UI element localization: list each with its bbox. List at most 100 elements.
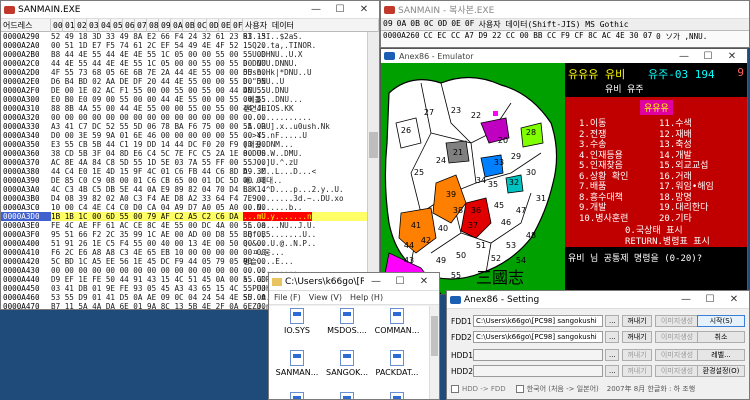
file-item[interactable]: IO.SYS [273,308,321,335]
command-option[interactable]: 16.거래 [659,172,714,183]
hex-row[interactable]: 0000A400 51 91 26 1E C5 F4 55 00 40 00 13… [1,239,379,248]
explorer-scrollbar[interactable] [429,306,439,399]
hex-row[interactable]: 0000A290 52 49 18 3D 33 49 8A E2 66 F4 24… [1,32,379,41]
hdd2-eject-button[interactable]: 꺼내기 [622,365,652,377]
hex-row[interactable]: 0000A350 E3 55 CB 5B 44 C1 19 DD 14 44 DC… [1,140,379,149]
close-icon[interactable]: ✕ [412,274,436,290]
troop-display-option[interactable]: RETURN.병령표 표시 [625,237,747,248]
close-icon[interactable]: ✕ [720,48,744,64]
start-button[interactable]: 시작(S) [697,315,745,327]
hex-row-selected[interactable]: 0000A3D0 1B 1B 1C 00 6D 55 00 79 AF C2 A5… [1,212,379,221]
close-icon[interactable]: ✕ [722,292,746,308]
hex-row[interactable]: 0000A330 A3 41 C7 DC 52 55 5D 06 78 BA F6… [1,122,379,131]
scroll-thumb[interactable] [369,132,378,158]
environment-settings-button[interactable]: 환경설정(O) [697,365,745,377]
menu-help[interactable]: Help (H) [350,293,383,302]
command-option[interactable]: 2.전쟁 [579,130,659,141]
fdd2-image-create-button[interactable]: 이미지생성 [655,331,699,343]
settings-titlebar[interactable]: Anex86 - Setting — ☐ ✕ [447,291,749,309]
cancel-button[interactable]: 취소 [697,331,745,343]
hex-row[interactable]: 0000A340 D0 00 3E 59 9A 01 6E 46 00 00 00… [1,131,379,140]
hex-row[interactable]: 0000A3C0 10 00 C4 4E C4 C0 D0 CA 04 A9 D7… [1,203,379,212]
hex-row[interactable]: 0000A380 44 C4 E0 1E 4D 15 9F 4C 01 C6 FB… [1,167,379,176]
maximize-icon[interactable]: ☐ [696,48,720,64]
minimize-icon[interactable]: — [674,292,698,308]
command-option[interactable]: 11.수색 [659,119,714,130]
explorer-titlebar[interactable]: C:\Users\k66go\[PC9... — ☐ ✕ [269,273,439,291]
minimize-icon[interactable]: — [364,274,388,290]
file-item[interactable]: COMMAN... [373,308,421,335]
maximize-icon[interactable]: ☐ [328,2,352,18]
hex-row[interactable]: 0000A2C0 44 4E 55 44 4E 4E 55 1C 05 00 00… [1,59,379,68]
hex-rows[interactable]: 0000A290 52 49 18 3D 33 49 8A E2 66 F4 24… [1,32,379,309]
hdd1-eject-button[interactable]: 꺼내기 [622,349,652,361]
hdd2-image-create-button[interactable]: 이미지생성 [655,365,699,377]
command-option[interactable]: 13.축성 [659,140,714,151]
command-option[interactable]: 9.개발 [579,203,659,214]
file-item[interactable] [273,392,321,399]
close-icon[interactable]: ✕ [352,2,376,18]
hdd2-path-field[interactable] [473,365,603,377]
hex-row[interactable]: 0000A2B0 B8 44 4E 55 44 4E 4E 55 1C 05 00… [1,50,379,59]
hex-row[interactable]: 0000A2A0 00 51 1D E7 F5 74 61 2C EF 54 49… [1,41,379,50]
hdd2-browse-button[interactable]: ... [605,365,619,377]
command-option[interactable]: 12.재배 [659,130,714,141]
hex-row[interactable]: 0000A320 00 00 00 00 00 00 00 00 00 00 00… [1,113,379,122]
hex-row[interactable]: 0000A300 E0 B0 E0 09 00 55 00 00 44 4E 55… [1,95,379,104]
hex-row[interactable]: 0000A310 88 8B 4A 55 00 44 4E 55 00 00 55… [1,104,379,113]
file-item[interactable]: PACKDAT... [373,350,421,377]
command-option[interactable]: 1.이동 [579,119,659,130]
command-option[interactable]: 17.워임•해임 [659,182,714,193]
maximize-icon[interactable]: ☐ [388,274,412,290]
hex-row[interactable]: 0000A2E0 D6 B4 BD 02 AA DE DF 20 44 4E 55… [1,77,379,86]
command-option[interactable]: 20.기타 [659,214,714,225]
hex-row[interactable]: 0000A370 AC 8E 4A 84 C8 5D 55 1D 5E 03 7A… [1,158,379,167]
hex-row[interactable]: 0000A3E0 FE 4C AE FF 61 AC CE 8C 4E 55 00… [1,221,379,230]
fdd1-eject-button[interactable]: 꺼내기 [622,315,652,327]
vertical-scrollbar[interactable] [367,32,379,309]
korean-checkbox[interactable] [515,385,524,393]
hex-row[interactable]: 0000A3B0 D4 08 39 82 02 A0 C3 F4 AE D8 A2… [1,194,379,203]
game-screen[interactable]: 三國志 26 27 23 22 20 21 24 25 28 29 30 31 … [381,63,747,294]
hdd1-image-create-button[interactable]: 이미지생성 [655,349,699,361]
hex-row[interactable]: 0000A410 F6 2C E6 A8 A8 C3 4E 65 EB 10 00… [1,248,379,257]
fdd1-path-field[interactable]: C:\Users\k66go\[PC98] sangokushi [473,315,603,327]
command-option[interactable]: 15.외교교섭 [659,161,714,172]
menu-file[interactable]: File (F) [274,293,301,302]
hex-row[interactable]: 0000A3F0 95 51 66 F2 2C 35 99 1C AE 00 AD… [1,230,379,239]
command-option[interactable]: 3.수송 [579,140,659,151]
advanced-button[interactable]: 레벨... [697,349,745,361]
command-option[interactable]: 5.인재찾음 [579,161,659,172]
hex-row[interactable]: 0000A360 38 CD 5B 3F 04 8D E6 C4 5C 7E FC… [1,149,379,158]
file-item[interactable] [373,392,421,399]
scroll-thumb[interactable] [431,316,438,356]
menu-view[interactable]: View (V) [309,293,342,302]
command-option[interactable]: 8.흥수대책 [579,193,659,204]
minimize-icon[interactable]: — [304,2,328,18]
file-item[interactable]: SANMAN... [273,350,321,377]
command-option[interactable]: 10.병사훈련 [579,214,659,225]
hex-row[interactable]: 0000A3A0 4C C3 4B C5 DB 5E 44 0A E9 89 82… [1,185,379,194]
hdd1-path-field[interactable] [473,349,603,361]
command-option[interactable]: 14.개발 [659,151,714,162]
command-option[interactable]: 19.대리한다 [659,203,714,214]
hex-titlebar[interactable]: SANMAIN.EXE — ☐ ✕ [1,1,379,19]
hex-row[interactable]: 0000A2D0 4F 55 73 68 05 6E 6B 7E 2A 44 4E… [1,68,379,77]
hex-row[interactable]: 0000A390 DE 85 C0 C9 08 00 01 C6 CB 65 00… [1,176,379,185]
emulator-titlebar[interactable]: Anex86 - Emulator — ☐ ✕ [381,49,747,63]
file-item[interactable]: MSDOS.... [323,308,371,335]
state-display-option[interactable]: 0.국상태 표시 [625,226,747,237]
fdd1-browse-button[interactable]: ... [605,315,619,327]
fdd2-path-field[interactable]: C:\Users\k66go\[PC98] sangokushi [473,331,603,343]
file-item[interactable] [323,392,371,399]
bg-hex-titlebar[interactable]: SANMAIN - 복사본.EXE [381,1,749,19]
hdd1-browse-button[interactable]: ... [605,349,619,361]
command-option[interactable]: 18.망명 [659,193,714,204]
fdd2-browse-button[interactable]: ... [605,331,619,343]
hex-row[interactable]: 0000A2F0 DE 00 1E 02 AC F1 55 00 00 55 00… [1,86,379,95]
hex-row[interactable]: 0000A420 5C BD 1C A5 EE 56 1E 45 DC F9 44… [1,257,379,266]
maximize-icon[interactable]: ☐ [698,292,722,308]
file-item[interactable]: SANGOK... [323,350,371,377]
minimize-icon[interactable]: — [672,48,696,64]
command-option[interactable]: 6.상황 확인 [579,172,659,183]
